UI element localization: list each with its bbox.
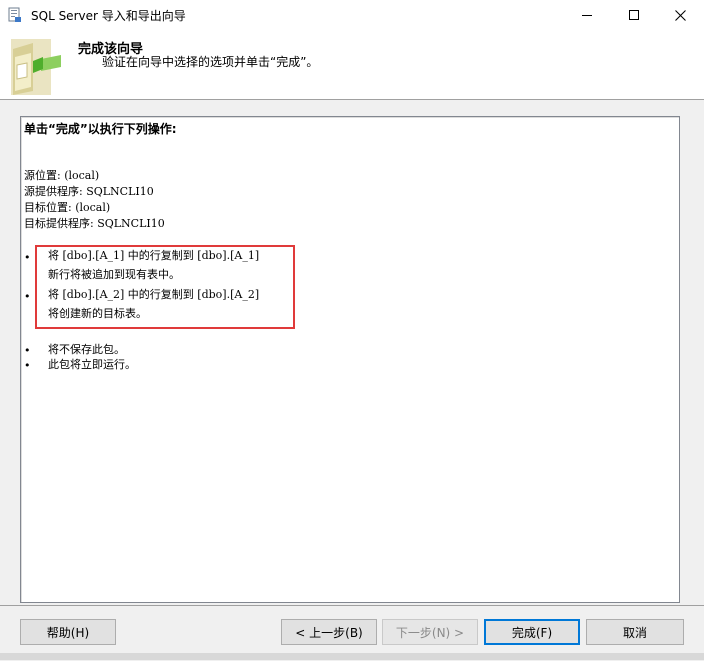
cancel-button[interactable]: 取消 [586,619,684,645]
next-button[interactable]: 下一步(N) > [382,619,478,645]
back-button[interactable]: < 上一步(B) [281,619,377,645]
wizard-folder-icon [3,37,61,97]
list-item-copy-a1: 将 [dbo].[A_1] 中的行复制到 [dbo].[A_1] [48,249,260,262]
list-item-copy-a2-note: 将创建新的目标表。 [48,307,147,320]
help-button[interactable]: 帮助(H) [20,619,116,645]
list-item-run-now: 此包将立即运行。 [48,358,136,371]
list-bullet: • [24,359,31,372]
close-button[interactable] [657,0,703,30]
list-item-copy-a2: 将 [dbo].[A_2] 中的行复制到 [dbo].[A_2] [48,288,260,301]
minimize-button[interactable] [564,0,610,30]
summary-textbox[interactable]: 单击“完成”以执行下列操作: 源位置: (local) 源提供程序: SQLNC… [20,116,680,603]
wizard-body: 单击“完成”以执行下列操作: 源位置: (local) 源提供程序: SQLNC… [0,100,704,605]
list-bullet: • [24,344,31,357]
summary-content: 单击“完成”以执行下列操作: 源位置: (local) 源提供程序: SQLNC… [21,117,679,602]
source-provider: 源提供程序: SQLNCLI10 [24,185,154,198]
finish-button[interactable]: 完成(F) [484,619,580,645]
wizard-header: 完成该向导 验证在向导中选择的选项并单击“完成”。 [0,30,704,100]
maximize-button[interactable] [611,0,657,30]
close-icon [674,9,686,21]
minimize-icon [582,15,592,16]
header-subtitle: 验证在向导中选择的选项并单击“完成”。 [102,55,319,69]
target-provider: 目标提供程序: SQLNCLI10 [24,217,165,230]
list-item-no-save: 将不保存此包。 [48,343,125,356]
bottom-edge [0,653,704,660]
list-bullet: • [24,251,31,264]
list-bullet: • [24,290,31,303]
wizard-window: SQL Server 导入和导出向导 完成该向导 验证在向导中选择的选项并单击“… [0,0,704,661]
source-location: 源位置: (local) [24,169,100,182]
maximize-icon [629,10,639,20]
title-bar[interactable]: SQL Server 导入和导出向导 [0,0,704,30]
sql-server-wizard-icon [8,7,22,23]
window-title: SQL Server 导入和导出向导 [31,9,186,23]
target-location: 目标位置: (local) [24,201,111,214]
summary-heading: 单击“完成”以执行下列操作: [24,122,177,136]
list-item-copy-a1-note: 新行将被追加到现有表中。 [48,268,180,281]
